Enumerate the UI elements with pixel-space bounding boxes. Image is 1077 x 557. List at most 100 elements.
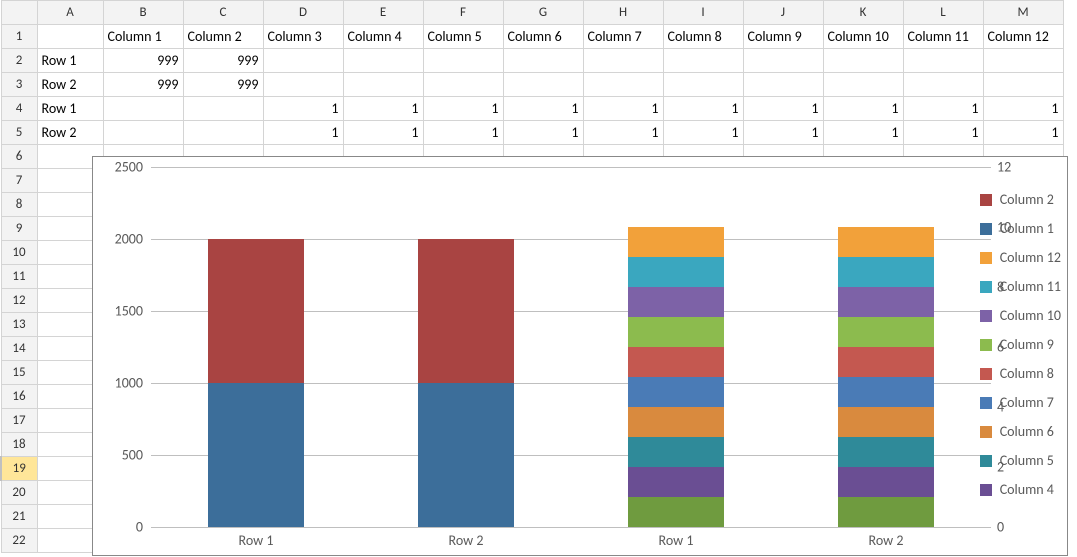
cell-J2[interactable] <box>743 49 823 73</box>
row-header-4[interactable]: 4 <box>1 97 37 121</box>
cell-F5[interactable]: 1 <box>423 121 503 145</box>
cell-C2[interactable]: 999 <box>183 49 263 73</box>
col-header-H[interactable]: H <box>583 1 663 25</box>
cell-C3[interactable]: 999 <box>183 73 263 97</box>
cell-K1[interactable]: Column 10 <box>823 25 903 49</box>
cell-A5[interactable]: Row 2 <box>37 121 103 145</box>
cell-D3[interactable] <box>263 73 343 97</box>
cell-J4[interactable]: 1 <box>743 97 823 121</box>
row-header-13[interactable]: 13 <box>1 313 37 337</box>
cell-F4[interactable]: 1 <box>423 97 503 121</box>
row-header-8[interactable]: 8 <box>1 193 37 217</box>
cell-B3[interactable]: 999 <box>103 73 183 97</box>
cell-C5[interactable] <box>183 121 263 145</box>
cell-G3[interactable] <box>503 73 583 97</box>
row-header-1[interactable]: 1 <box>1 25 37 49</box>
cell-D1[interactable]: Column 3 <box>263 25 343 49</box>
row-header-12[interactable]: 12 <box>1 289 37 313</box>
cell-M2[interactable] <box>983 49 1063 73</box>
cell-I1[interactable]: Column 8 <box>663 25 743 49</box>
row-header-3[interactable]: 3 <box>1 73 37 97</box>
cell-J5[interactable]: 1 <box>743 121 823 145</box>
row-header-21[interactable]: 21 <box>1 505 37 529</box>
row-header-22[interactable]: 22 <box>1 529 37 553</box>
col-header-D[interactable]: D <box>263 1 343 25</box>
select-all-corner[interactable] <box>1 1 37 25</box>
cell-E1[interactable]: Column 4 <box>343 25 423 49</box>
cell-B4[interactable] <box>103 97 183 121</box>
cell-F2[interactable] <box>423 49 503 73</box>
row-header-10[interactable]: 10 <box>1 241 37 265</box>
cell-D4[interactable]: 1 <box>263 97 343 121</box>
cell-C4[interactable] <box>183 97 263 121</box>
row-header-5[interactable]: 5 <box>1 121 37 145</box>
cell-D2[interactable] <box>263 49 343 73</box>
cell-K5[interactable]: 1 <box>823 121 903 145</box>
row-header-16[interactable]: 16 <box>1 385 37 409</box>
cell-I5[interactable]: 1 <box>663 121 743 145</box>
cell-F3[interactable] <box>423 73 503 97</box>
cell-I2[interactable] <box>663 49 743 73</box>
cell-M1[interactable]: Column 12 <box>983 25 1063 49</box>
col-header-A[interactable]: A <box>37 1 103 25</box>
cell-K3[interactable] <box>823 73 903 97</box>
row-header-18[interactable]: 18 <box>1 433 37 457</box>
col-header-B[interactable]: B <box>103 1 183 25</box>
col-header-J[interactable]: J <box>743 1 823 25</box>
cell-D5[interactable]: 1 <box>263 121 343 145</box>
cell-L1[interactable]: Column 11 <box>903 25 983 49</box>
col-header-K[interactable]: K <box>823 1 903 25</box>
row-header-11[interactable]: 11 <box>1 265 37 289</box>
row-header-6[interactable]: 6 <box>1 145 37 169</box>
row-header-20[interactable]: 20 <box>1 481 37 505</box>
col-header-L[interactable]: L <box>903 1 983 25</box>
row-header-17[interactable]: 17 <box>1 409 37 433</box>
cell-H5[interactable]: 1 <box>583 121 663 145</box>
cell-L2[interactable] <box>903 49 983 73</box>
cell-C1[interactable]: Column 2 <box>183 25 263 49</box>
cell-B1[interactable]: Column 1 <box>103 25 183 49</box>
cell-G2[interactable] <box>503 49 583 73</box>
cell-H3[interactable] <box>583 73 663 97</box>
col-header-G[interactable]: G <box>503 1 583 25</box>
cell-M3[interactable] <box>983 73 1063 97</box>
row-header-7[interactable]: 7 <box>1 169 37 193</box>
cell-L4[interactable]: 1 <box>903 97 983 121</box>
cell-F1[interactable]: Column 5 <box>423 25 503 49</box>
cell-B2[interactable]: 999 <box>103 49 183 73</box>
cell-J1[interactable]: Column 9 <box>743 25 823 49</box>
cell-A1[interactable] <box>37 25 103 49</box>
cell-G4[interactable]: 1 <box>503 97 583 121</box>
cell-G1[interactable]: Column 6 <box>503 25 583 49</box>
cell-E4[interactable]: 1 <box>343 97 423 121</box>
col-header-E[interactable]: E <box>343 1 423 25</box>
cell-H2[interactable] <box>583 49 663 73</box>
cell-E5[interactable]: 1 <box>343 121 423 145</box>
cell-A2[interactable]: Row 1 <box>37 49 103 73</box>
chart-object[interactable]: 05001000150020002500 024681012 Column 2C… <box>92 156 1068 556</box>
cell-A3[interactable]: Row 2 <box>37 73 103 97</box>
row-header-19[interactable]: 19 <box>1 457 37 481</box>
row-header-2[interactable]: 2 <box>1 49 37 73</box>
col-header-M[interactable]: M <box>983 1 1063 25</box>
col-header-F[interactable]: F <box>423 1 503 25</box>
cell-G5[interactable]: 1 <box>503 121 583 145</box>
cell-J3[interactable] <box>743 73 823 97</box>
cell-I3[interactable] <box>663 73 743 97</box>
cell-H4[interactable]: 1 <box>583 97 663 121</box>
cell-K2[interactable] <box>823 49 903 73</box>
cell-A4[interactable]: Row 1 <box>37 97 103 121</box>
row-header-9[interactable]: 9 <box>1 217 37 241</box>
cell-K4[interactable]: 1 <box>823 97 903 121</box>
col-header-I[interactable]: I <box>663 1 743 25</box>
cell-B5[interactable] <box>103 121 183 145</box>
row-header-14[interactable]: 14 <box>1 337 37 361</box>
cell-L3[interactable] <box>903 73 983 97</box>
row-header-15[interactable]: 15 <box>1 361 37 385</box>
cell-E3[interactable] <box>343 73 423 97</box>
cell-H1[interactable]: Column 7 <box>583 25 663 49</box>
cell-M4[interactable]: 1 <box>983 97 1063 121</box>
cell-I4[interactable]: 1 <box>663 97 743 121</box>
cell-E2[interactable] <box>343 49 423 73</box>
cell-M5[interactable]: 1 <box>983 121 1063 145</box>
